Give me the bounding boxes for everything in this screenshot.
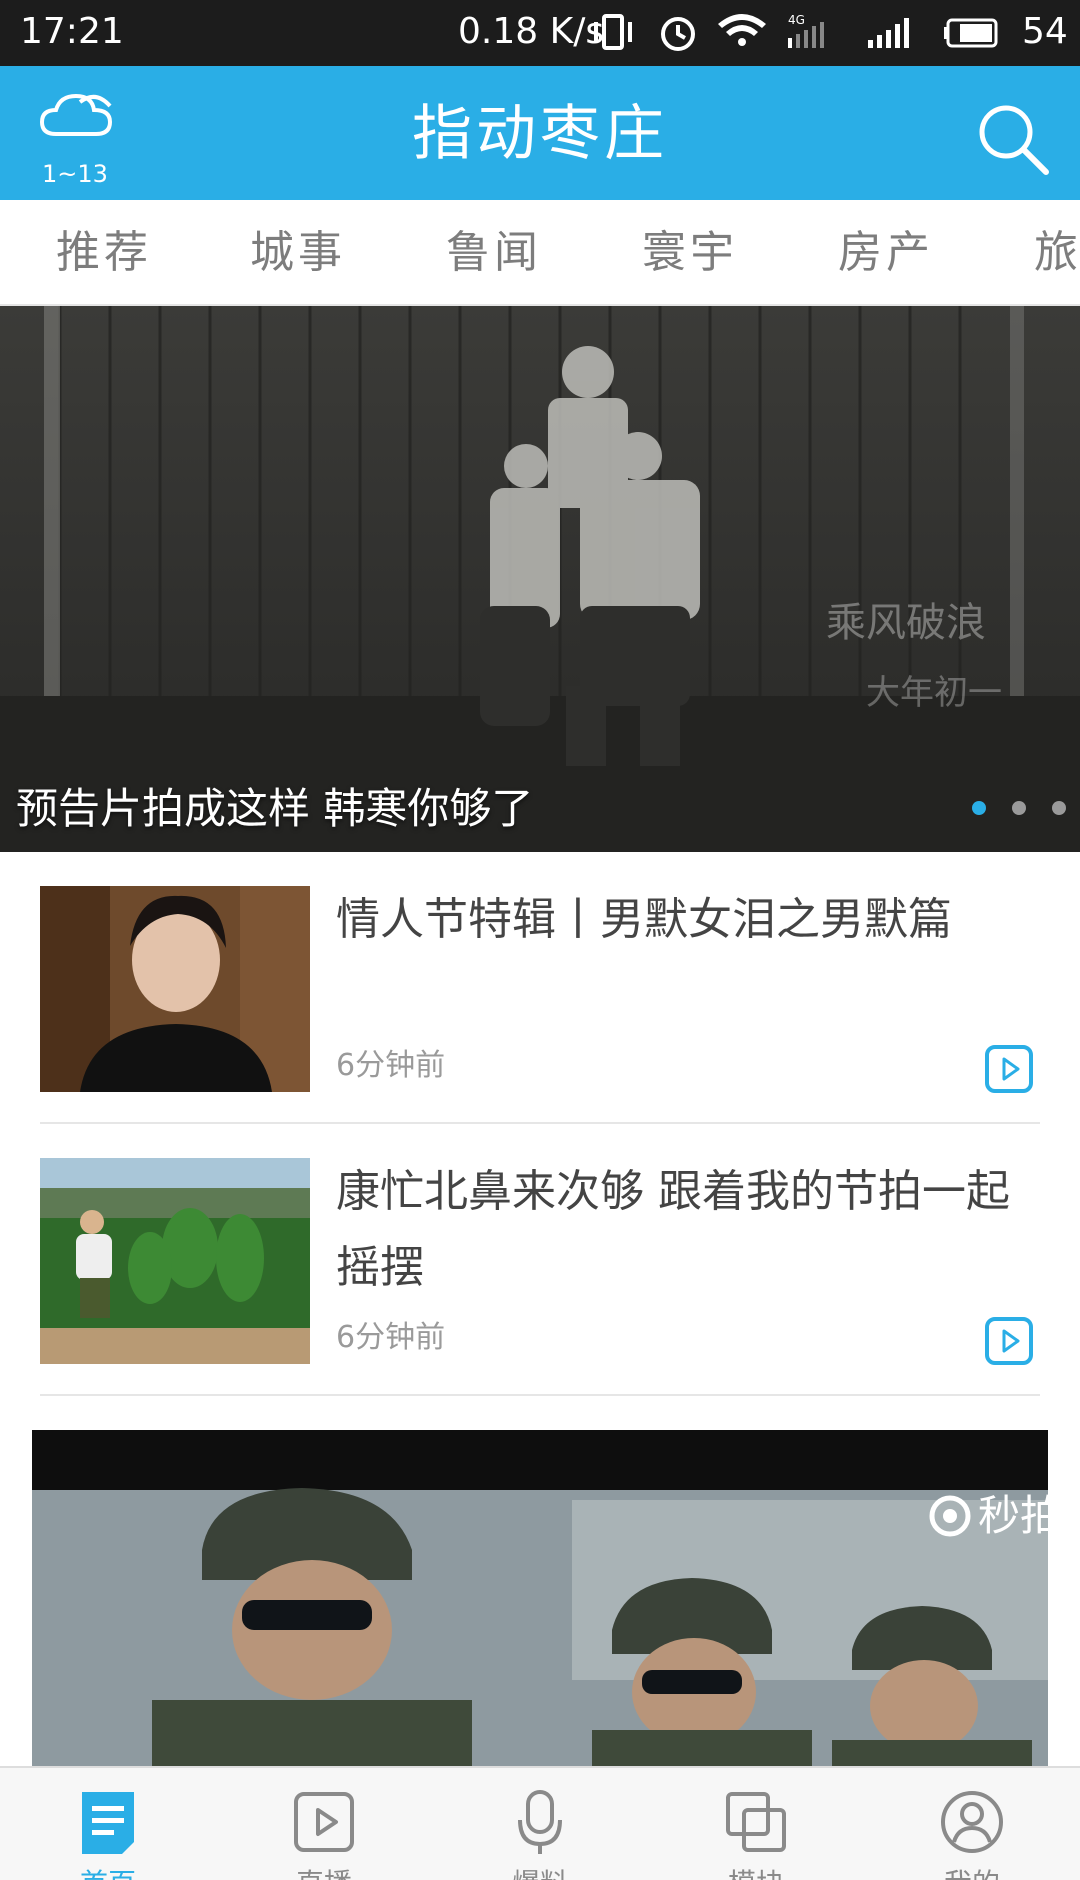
news-time: 6分钟前 (336, 1048, 446, 1083)
nav-label: 直播 (216, 1868, 432, 1880)
home-doc-icon (82, 1792, 134, 1854)
status-time: 17:21 (20, 11, 124, 52)
search-icon[interactable] (974, 100, 1054, 180)
video-thumbnail: 秒拍 (32, 1430, 1048, 1770)
app-title: 指动枣庄 (412, 99, 668, 169)
nav-report[interactable]: 爆料 (432, 1768, 648, 1880)
news-title[interactable]: 情人节特辑丨男默女泪之男默篇 (336, 882, 1036, 958)
play-icon[interactable] (984, 1316, 1034, 1366)
nav-live[interactable]: 直播 (216, 1768, 432, 1880)
news-item[interactable]: 康忙北鼻来次够 跟着我的节拍一起摇摆 6分钟前 (40, 1124, 1040, 1396)
video-watermark: 秒拍 (978, 1491, 1048, 1540)
carousel-dot-active (972, 801, 986, 815)
nav-label: 模块 (648, 1868, 864, 1880)
tab-shandong[interactable]: 鲁闻 (446, 228, 542, 278)
user-icon (941, 1791, 1003, 1853)
carousel-indicator (946, 800, 1066, 816)
bottom-nav: 首页 直播 爆料 模块 我的 (0, 1766, 1080, 1880)
tab-travel[interactable]: 旅 (1034, 228, 1080, 278)
wifi-icon (718, 14, 766, 46)
nav-label: 我的 (864, 1868, 1080, 1880)
banner-watermark: 乘风破浪 (826, 600, 986, 646)
tab-realestate[interactable]: 房产 (838, 228, 934, 278)
layers-icon (726, 1792, 786, 1852)
nav-profile[interactable]: 我的 (864, 1768, 1080, 1880)
signal-icon (868, 18, 909, 48)
nav-label: 首页 (0, 1868, 216, 1880)
status-bar: 17:21 0.18 K/s 4G 54 (0, 0, 1080, 66)
alarm-icon (661, 17, 695, 51)
nav-home[interactable]: 首页 (0, 1768, 216, 1880)
carousel-dot (1012, 801, 1026, 815)
video-card[interactable]: 秒拍 (32, 1430, 1048, 1770)
app-header: 1~13 指动枣庄 (0, 66, 1080, 200)
banner-watermark-2: 大年初一 (866, 673, 1002, 713)
news-time: 6分钟前 (336, 1320, 446, 1355)
battery-level: 54 (1022, 11, 1068, 52)
tab-city[interactable]: 城事 (250, 228, 346, 278)
banner-caption[interactable]: 预告片拍成这样 韩寒你够了 (16, 784, 533, 834)
banner-carousel[interactable]: 乘风破浪 大年初一 预告片拍成这样 韩寒你够了 (0, 306, 1080, 852)
carousel-dot (1052, 801, 1066, 815)
nav-label: 爆料 (432, 1868, 648, 1880)
category-tabs: 推荐 城事 鲁闻 寰宇 房产 旅 (0, 200, 1080, 306)
svg-text:4G: 4G (788, 13, 805, 27)
play-square-icon (294, 1792, 354, 1852)
news-thumbnail (40, 1158, 310, 1364)
battery-icon (944, 18, 998, 48)
microphone-icon (518, 1790, 562, 1854)
cellular-4g-icon: 4G (788, 13, 824, 48)
banner-image: 乘风破浪 大年初一 (0, 306, 1080, 852)
news-title[interactable]: 康忙北鼻来次够 跟着我的节拍一起摇摆 (336, 1154, 1036, 1306)
news-item[interactable]: 情人节特辑丨男默女泪之男默篇 6分钟前 (40, 852, 1040, 1124)
tab-world[interactable]: 寰宇 (642, 228, 738, 278)
status-icons: 4G (594, 13, 998, 51)
tab-recommend[interactable]: 推荐 (56, 228, 152, 278)
vibrate-icon (594, 14, 632, 50)
nav-modules[interactable]: 模块 (648, 1768, 864, 1880)
news-thumbnail (40, 886, 310, 1092)
play-icon[interactable] (984, 1044, 1034, 1094)
network-speed: 0.18 K/s (458, 11, 605, 52)
